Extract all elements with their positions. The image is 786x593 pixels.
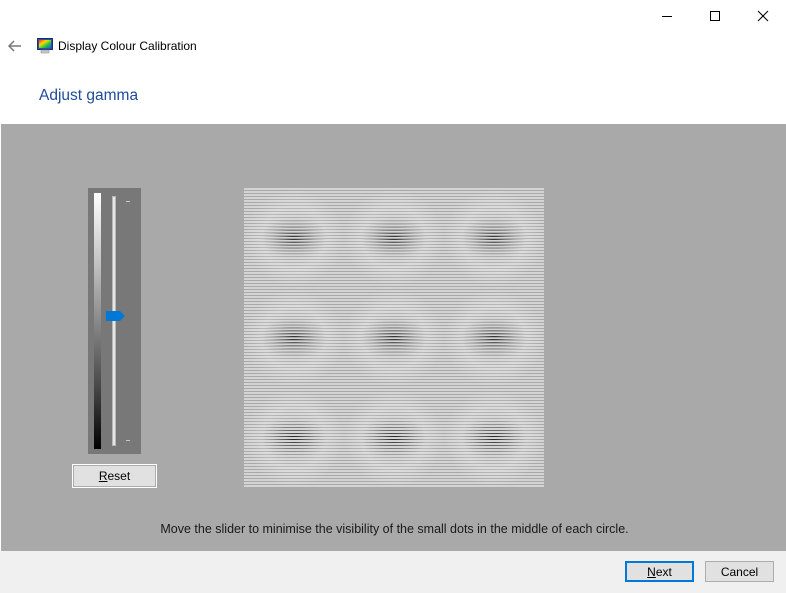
slider-thumb[interactable] [106, 311, 125, 321]
slider-tick-bottom [126, 440, 130, 441]
minimize-icon [662, 16, 672, 17]
slider-track[interactable] [112, 196, 116, 446]
gamma-test-pattern [244, 188, 544, 488]
pattern-dot [344, 188, 444, 288]
reset-button[interactable]: Reset [72, 464, 157, 488]
pattern-dot [244, 388, 344, 488]
title-bar [0, 0, 786, 32]
pattern-dot [244, 188, 344, 288]
minimize-button[interactable] [644, 0, 690, 32]
next-button[interactable]: Next [625, 561, 694, 582]
pattern-dot [444, 388, 544, 488]
display-monitor-icon [37, 38, 53, 54]
reset-label: eset [107, 469, 131, 483]
pattern-dot [444, 288, 544, 388]
instruction-text: Move the slider to minimise the visibili… [160, 522, 629, 536]
pattern-dot [244, 288, 344, 388]
maximize-icon [710, 11, 720, 21]
gamma-gradient-bar [94, 193, 101, 449]
slider-tick-top [126, 201, 130, 202]
pattern-dot [344, 388, 444, 488]
close-button[interactable] [740, 0, 786, 32]
window-title: Display Colour Calibration [58, 39, 197, 53]
pattern-dot [444, 188, 544, 288]
maximize-button[interactable] [692, 0, 738, 32]
next-mnemonic: N [647, 564, 656, 579]
cancel-button[interactable]: Cancel [705, 561, 774, 582]
reset-mnemonic: R [98, 469, 108, 483]
gamma-slider[interactable] [88, 188, 141, 454]
next-label: ext [655, 564, 672, 579]
calibration-panel: Reset Move the slider to minimise the vi… [1, 124, 786, 551]
pattern-dot [344, 288, 444, 388]
footer-bar: Next Cancel [0, 551, 786, 593]
back-button[interactable] [6, 37, 24, 55]
page-heading: Adjust gamma [39, 87, 139, 104]
back-arrow-icon [8, 40, 21, 52]
navigation-bar: Display Colour Calibration [0, 32, 786, 60]
close-icon [757, 10, 769, 22]
